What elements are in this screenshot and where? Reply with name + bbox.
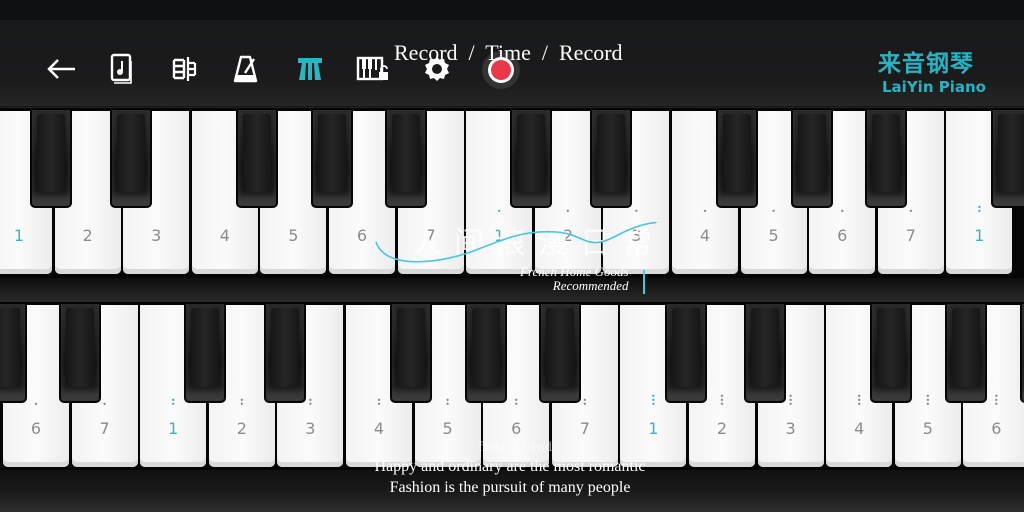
octave-dots: • <box>771 207 776 216</box>
key-label: 3 <box>151 226 162 245</box>
black-key[interactable] <box>109 108 152 208</box>
key-label: 5 <box>288 226 299 245</box>
key-label: 6 <box>30 419 42 438</box>
black-key[interactable] <box>1019 302 1024 403</box>
logo-chinese: 来音钢琴 <box>878 51 974 77</box>
overlay-bottom-line1: Happy and ordinary are the most romantic <box>374 458 646 475</box>
pedal-button[interactable] <box>293 52 327 86</box>
keyboard-lock-button[interactable] <box>356 52 390 86</box>
overlay-text-block: French Home Goods Recommended <box>520 265 629 293</box>
key-label: 4 <box>699 226 711 245</box>
octave-dots: • <box>908 207 914 216</box>
key-label: 5 <box>922 419 933 438</box>
overlay-swoosh <box>375 221 657 263</box>
overlay-bottom-line2: Fashion is the pursuit of many people <box>389 479 631 496</box>
key-label: 1 <box>648 419 659 438</box>
keyboard-divider <box>0 278 1024 302</box>
metronome-button[interactable] <box>230 52 264 86</box>
black-key[interactable] <box>0 302 27 403</box>
key-label: 3 <box>305 419 316 438</box>
black-key[interactable] <box>184 302 227 403</box>
songbook-button[interactable] <box>105 52 139 86</box>
black-key[interactable] <box>865 108 908 208</box>
key-label: 7 <box>905 226 916 245</box>
status-strip <box>0 0 1024 20</box>
octave-dots: • <box>839 207 845 216</box>
pedal-icon <box>298 58 322 80</box>
key-label: 5 <box>768 226 779 245</box>
back-arrow-icon <box>47 59 75 79</box>
logo-english: LaiYin Piano <box>882 78 986 96</box>
black-key[interactable] <box>716 108 759 208</box>
key-label: 1 <box>974 226 985 245</box>
key-label: 7 <box>579 419 590 438</box>
key-label: 1 <box>168 419 179 438</box>
key-label: 6 <box>837 226 848 245</box>
key-label: 7 <box>99 419 110 438</box>
metronome-icon <box>233 55 258 83</box>
black-key[interactable] <box>59 302 102 403</box>
overlay-line1: French Home Goods <box>520 264 629 279</box>
black-key[interactable] <box>664 302 707 403</box>
black-key[interactable] <box>944 302 987 403</box>
sheet-music-button[interactable] <box>168 52 202 86</box>
key-label: 1 <box>13 226 25 245</box>
key-label: 6 <box>991 419 1002 438</box>
back-button[interactable] <box>44 52 78 86</box>
songbook-icon <box>110 53 132 84</box>
octave-dots: • <box>102 400 107 409</box>
key-label: 3 <box>785 419 796 438</box>
black-key[interactable] <box>385 108 428 208</box>
black-key[interactable] <box>235 108 278 208</box>
key-label: 2 <box>236 419 247 438</box>
black-key[interactable] <box>990 108 1024 208</box>
black-key[interactable] <box>790 108 833 208</box>
black-key[interactable] <box>464 302 507 403</box>
black-key[interactable] <box>589 108 632 208</box>
black-key[interactable] <box>310 108 353 208</box>
key-label: 4 <box>373 419 385 438</box>
overlay-fashion-trend: fashion trend <box>478 440 552 455</box>
key-label: 4 <box>854 419 865 438</box>
toolbar: Record / Time / Record 来音钢琴 LaiYin Piano <box>0 20 1024 106</box>
overlay-line2: Recommended <box>552 278 629 293</box>
key-label: 6 <box>511 419 522 438</box>
black-key[interactable] <box>744 302 787 403</box>
black-key[interactable] <box>30 108 73 208</box>
overlay-cursor-bar <box>643 270 645 294</box>
key-label: 5 <box>442 419 453 438</box>
black-key[interactable] <box>263 302 306 403</box>
record-time-title: Record / Time / Record <box>394 40 623 65</box>
key-label: 2 <box>82 226 93 245</box>
key-label: 4 <box>219 226 230 245</box>
keyboard-lock-icon <box>356 56 388 81</box>
black-key[interactable] <box>539 302 582 403</box>
octave-dots: • <box>33 400 39 409</box>
black-key[interactable] <box>390 302 433 403</box>
sheet-music-icon <box>172 57 197 81</box>
black-key[interactable] <box>510 108 553 208</box>
key-label: 2 <box>716 419 728 438</box>
octave-dots: • <box>702 207 708 216</box>
black-key[interactable] <box>870 302 913 403</box>
